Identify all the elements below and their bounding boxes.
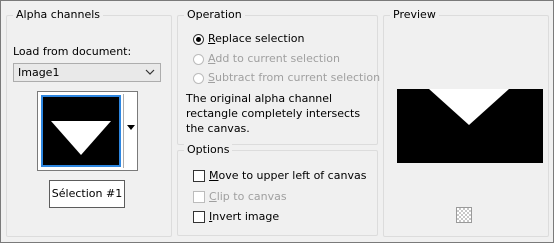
channel-name-tooltip: Sélection #1 [49, 180, 125, 208]
document-dropdown[interactable]: Image1 [13, 63, 161, 82]
clip-to-canvas-checkbox[interactable] [193, 191, 205, 203]
chevron-down-icon [145, 69, 155, 75]
preview-selection-shape [397, 89, 543, 163]
picker-divider [123, 94, 124, 168]
clip-to-canvas-label[interactable]: Clip to canvas [209, 190, 287, 203]
alpha-channels-title: Alpha channels [13, 8, 104, 21]
subtract-selection-radio[interactable] [193, 73, 204, 84]
channel-thumbnail-image [45, 99, 117, 163]
dropdown-arrow-icon[interactable] [127, 125, 135, 131]
document-dropdown-value: Image1 [18, 66, 60, 79]
options-title: Options [184, 143, 233, 156]
move-upper-left-label[interactable]: Move to upper left of canvas [209, 169, 366, 182]
preview-navigator-icon[interactable] [456, 207, 472, 223]
preview-title: Preview [390, 8, 439, 21]
operation-description: The original alpha channel rectangle com… [186, 92, 361, 135]
operation-title: Operation [184, 8, 245, 21]
invert-image-label[interactable]: Invert image [209, 210, 279, 223]
invert-image-checkbox[interactable] [193, 211, 205, 223]
load-from-document-label: Load from document: [13, 45, 132, 58]
preview-image [397, 89, 543, 163]
channel-picker[interactable] [37, 91, 138, 171]
add-to-selection-radio[interactable] [193, 54, 204, 65]
subtract-selection-label[interactable]: Subtract from current selection [208, 71, 380, 84]
channel-thumbnail[interactable] [41, 95, 121, 167]
add-to-selection-label[interactable]: Add to current selection [208, 52, 340, 65]
replace-selection-label[interactable]: Replace selection [208, 32, 304, 45]
replace-selection-radio[interactable] [193, 34, 204, 45]
move-upper-left-checkbox[interactable] [193, 170, 205, 182]
